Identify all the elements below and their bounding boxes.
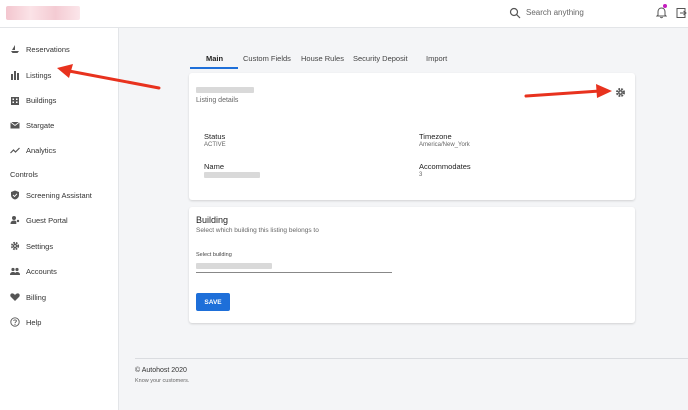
sidebar-item-label: Buildings [26, 95, 57, 105]
sidebar-item-guest-portal[interactable]: Guest Portal [10, 213, 68, 227]
search-input[interactable]: Search anything [526, 8, 584, 17]
sidebar-item-reservations[interactable]: Reservations [10, 42, 70, 56]
sidebar-item-help[interactable]: Help [10, 315, 41, 329]
people-icon [10, 267, 20, 275]
brand-logo[interactable] [6, 6, 80, 20]
status-label: Status [204, 132, 226, 141]
help-circle-icon [10, 317, 20, 327]
sidebar-item-label: Help [26, 317, 42, 327]
person-key-icon [10, 216, 20, 224]
select-building-label: Select building [196, 252, 232, 258]
footer-tagline: Know your customers. [135, 378, 190, 384]
sidebar-item-label: Guest Portal [26, 215, 68, 225]
bell-icon[interactable] [656, 7, 667, 19]
annotation-arrow-gear [524, 84, 612, 98]
active-tab-indicator [190, 67, 238, 69]
heart-icon [10, 293, 20, 301]
tab-house-rules[interactable]: House Rules [301, 54, 344, 63]
sidebar-item-stargate[interactable]: Stargate [10, 118, 54, 132]
footer-divider [135, 358, 688, 359]
tab-main[interactable]: Main [206, 54, 223, 63]
sidebar-item-label: Billing [26, 292, 47, 302]
sidebar-item-label: Listings [26, 70, 52, 80]
sidebar-item-accounts[interactable]: Accounts [10, 264, 57, 278]
sidebar-item-listings[interactable]: Listings [10, 68, 51, 82]
listing-details-subtitle: Listing details [196, 97, 239, 104]
mail-icon [10, 121, 20, 129]
search-icon[interactable] [509, 7, 521, 19]
top-bar: Search anything [0, 0, 688, 28]
sidebar-item-label: Screening Assistant [26, 190, 92, 200]
sidebar-item-billing[interactable]: Billing [10, 290, 46, 304]
accommodates-label: Accommodates [419, 162, 471, 171]
building-icon [11, 97, 19, 105]
save-button[interactable]: SAVE [196, 293, 230, 311]
building-title: Building [196, 215, 229, 225]
name-label: Name [204, 162, 225, 171]
gear-icon[interactable] [615, 87, 626, 98]
sidebar-item-analytics[interactable]: Analytics [10, 143, 56, 157]
trend-icon [10, 147, 20, 154]
sidebar-item-settings[interactable]: Settings [10, 239, 53, 253]
footer-copyright: © Autohost 2020 [135, 367, 187, 374]
tab-security-deposit[interactable]: Security Deposit [353, 54, 408, 63]
sidebar-item-screening-assistant[interactable]: Screening Assistant [10, 188, 92, 202]
logout-icon[interactable] [676, 7, 687, 19]
notification-dot [663, 4, 667, 8]
select-building-value-redacted[interactable] [196, 263, 272, 269]
boat-icon [11, 45, 19, 53]
tab-custom-fields[interactable]: Custom Fields [243, 54, 291, 63]
sidebar-item-label: Analytics [26, 145, 57, 155]
shield-check-icon [11, 190, 19, 200]
sidebar-item-label: Settings [26, 241, 54, 251]
gear-icon [10, 241, 20, 251]
building-subtitle: Select which building this listing belon… [196, 227, 319, 234]
name-value-redacted [204, 172, 260, 178]
select-building-underline[interactable] [196, 272, 392, 273]
listing-name-redacted [196, 87, 254, 93]
sidebar-item-label: Stargate [26, 120, 55, 130]
chart-icon [11, 71, 19, 80]
sidebar-item-label: Accounts [26, 266, 57, 276]
sidebar-item-label: Reservations [26, 44, 70, 54]
section-label-controls: Controls [10, 170, 38, 179]
annotation-arrow-listings [57, 64, 161, 90]
tab-import[interactable]: Import [426, 54, 447, 63]
timezone-value: America/New_York [419, 142, 470, 148]
sidebar-item-buildings[interactable]: Buildings [10, 93, 56, 107]
accommodates-value: 3 [419, 172, 423, 178]
timezone-label: Timezone [419, 132, 452, 141]
status-value: ACTIVE [204, 142, 226, 148]
